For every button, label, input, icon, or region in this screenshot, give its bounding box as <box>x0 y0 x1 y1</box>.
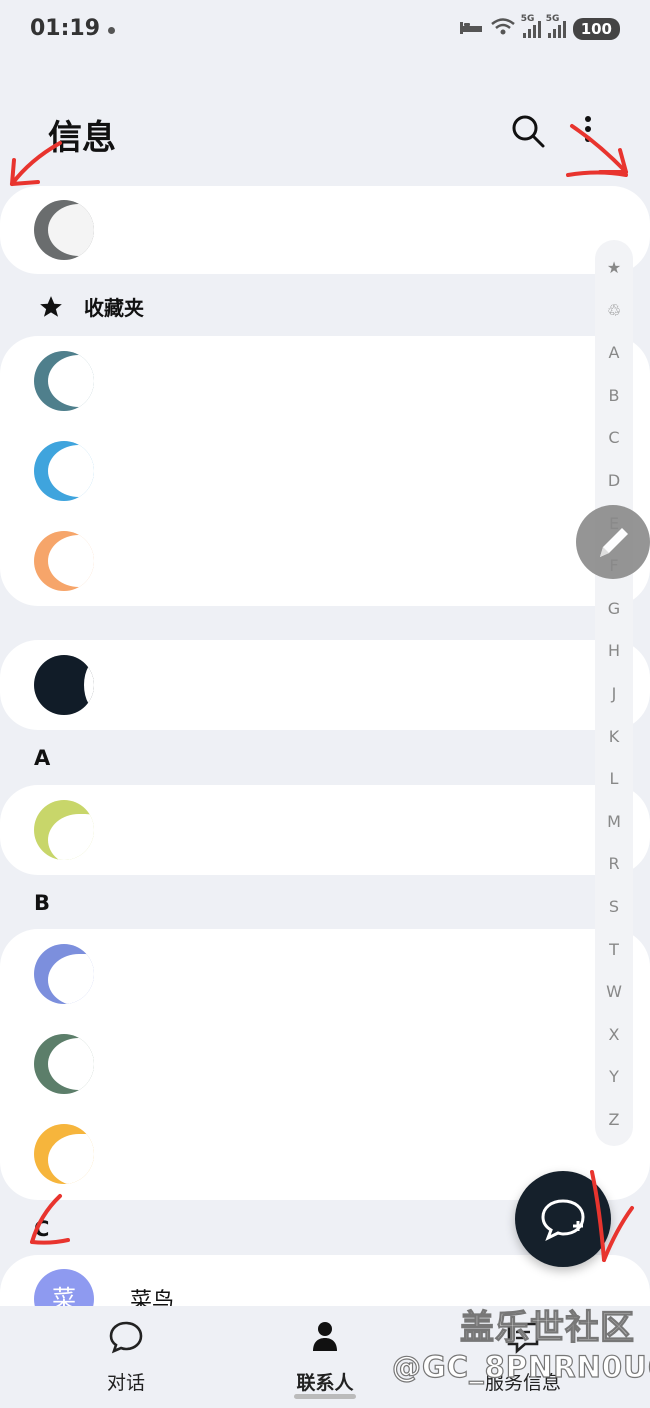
more-vertical-icon <box>585 116 591 142</box>
network-type-label: 5G <box>520 13 535 24</box>
my-profile-card[interactable] <box>0 186 650 274</box>
section-header-b: B <box>34 891 51 915</box>
avatar <box>34 800 94 860</box>
wifi-icon <box>490 17 516 40</box>
pencil-icon <box>600 528 628 557</box>
battery-icon: 100 <box>572 17 620 40</box>
nav-label: 对话 <box>106 1372 145 1394</box>
index-letter[interactable]: A <box>595 343 633 362</box>
network-type-label-2: 5G <box>545 13 560 24</box>
index-letter[interactable]: L <box>595 769 633 788</box>
sleep-mode-icon <box>459 18 483 39</box>
index-letter[interactable]: T <box>595 940 633 959</box>
watermark-user: @GC_8PNRN0U6 <box>391 1349 650 1384</box>
section-b-card <box>0 929 650 1200</box>
avatar <box>34 531 94 591</box>
index-letter[interactable]: ♲ <box>595 301 633 320</box>
index-letter[interactable]: M <box>595 812 633 831</box>
notification-dot-icon <box>108 27 115 34</box>
person-icon <box>313 1322 337 1351</box>
favorites-card <box>0 336 650 606</box>
avatar <box>34 351 94 411</box>
list-item[interactable] <box>0 785 650 875</box>
index-letter[interactable]: Y <box>595 1067 633 1086</box>
avatar <box>34 200 94 260</box>
signal-icon-2: 5G <box>546 14 566 38</box>
index-letter[interactable]: X <box>595 1025 633 1044</box>
favorites-label: 收藏夹 <box>84 296 144 320</box>
section-header-c: C <box>34 1217 50 1241</box>
status-time: 01:19 <box>30 16 101 41</box>
favorites-header: 收藏夹 <box>38 292 144 321</box>
nav-contacts[interactable]: 联系人 <box>245 1306 405 1408</box>
status-icons: 5G 5G 100 <box>459 14 620 40</box>
more-options-button[interactable] <box>574 113 602 153</box>
new-message-button[interactable] <box>515 1171 611 1267</box>
list-item[interactable] <box>0 426 650 516</box>
active-tab-indicator <box>294 1394 356 1399</box>
avatar <box>34 441 94 501</box>
avatar <box>34 1034 94 1094</box>
index-letter[interactable]: Z <box>595 1110 633 1129</box>
page-title: 信息 <box>48 118 116 158</box>
index-letter[interactable]: S <box>595 897 633 916</box>
list-item[interactable] <box>0 1019 650 1109</box>
list-item[interactable] <box>0 640 650 730</box>
index-letter[interactable]: D <box>595 471 633 490</box>
search-icon <box>512 115 545 148</box>
nav-label: 联系人 <box>296 1372 354 1394</box>
section-a-card <box>0 785 650 875</box>
star-icon <box>40 295 62 317</box>
alphabet-index-bar[interactable]: ★♲ABCDEFGHJKLMRSTWXYZ <box>595 240 633 1146</box>
index-letter[interactable]: C <box>595 428 633 447</box>
section-header-a: A <box>34 746 51 770</box>
nav-conversations[interactable]: 对话 <box>46 1306 206 1408</box>
chat-bubble-icon <box>109 1321 143 1354</box>
signal-icon: 5G <box>521 14 541 38</box>
index-letter[interactable]: B <box>595 386 633 405</box>
watermark-site: 盖乐世社区 <box>459 1307 635 1348</box>
edit-button[interactable] <box>576 505 650 579</box>
index-letter[interactable]: W <box>595 982 633 1001</box>
index-letter[interactable]: R <box>595 854 633 873</box>
search-button[interactable] <box>510 113 546 149</box>
contact-card <box>0 640 650 730</box>
status-bar: 01:19 5G 5G 100 <box>0 0 650 60</box>
index-letter[interactable]: ★ <box>595 258 633 277</box>
index-letter[interactable]: H <box>595 641 633 660</box>
avatar <box>34 944 94 1004</box>
new-chat-icon <box>541 1199 585 1242</box>
index-letter[interactable]: J <box>595 684 633 703</box>
avatar <box>34 1124 94 1184</box>
list-item[interactable] <box>0 336 650 426</box>
index-letter[interactable]: K <box>595 727 633 746</box>
list-item[interactable] <box>0 516 650 606</box>
index-letter[interactable]: G <box>595 599 633 618</box>
avatar <box>34 655 94 715</box>
list-item[interactable] <box>0 929 650 1019</box>
